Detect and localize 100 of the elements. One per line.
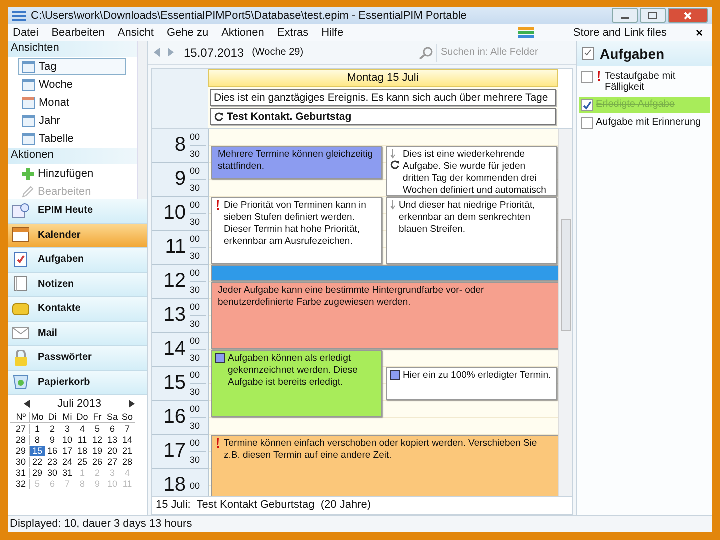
view-item[interactable]: Woche [18,76,126,93]
hour-label: 15 [164,372,186,395]
week-number: 32 [10,479,30,489]
view-item[interactable]: Jahr [18,112,126,129]
calendar-event[interactable]: Und dieser hat niedrige Priorität, erkennbar an dem senkrechten blauen Streifen. [386,197,557,264]
day-cell[interactable]: 28 [120,457,135,467]
day-cell[interactable]: 2 [45,424,60,434]
minimize-button[interactable] [612,8,638,23]
event-text: Die Priorität von Terminen kann in sieben Stufen definiert werden. Dieser Termin hat hohe Priorität, erkennbar am Ausrufezeichen. [224,200,368,249]
hour-label: 11 [165,236,186,259]
checkbox[interactable] [581,71,593,83]
search-field[interactable]: Suchen in: Alle Felder [436,44,569,62]
event-text: Aufgaben können als erledigt gekennzeichnet werden. Diese Aufgabe ist bereits erledigt. [228,353,359,390]
module-button[interactable]: Aufgaben [8,248,147,272]
calendar-event[interactable]: Termine können einfach verschoben oder kopiert werden. Verschieben Sie z.B. diesen Termin auf eine andere Zeit. [211,435,559,496]
day-cell[interactable]: 11 [75,435,90,445]
checkbox[interactable] [581,99,593,111]
day-cell[interactable]: 7 [120,424,135,434]
day-cell[interactable]: 24 [60,457,75,467]
minute-label: 00 [190,131,202,144]
window-title: C:\Users\work\Downloads\EssentialPIMPort5\Database\test.epim - EssentialPIM Portable [31,10,468,22]
module-button[interactable]: Mail [8,322,147,346]
day-cell[interactable]: 1 [30,424,45,434]
day-cell[interactable]: 12 [90,435,105,445]
weekday-label: So [120,412,135,423]
week-number: 27 [10,424,30,434]
menu-item[interactable]: Extras [277,26,309,38]
day-cell[interactable]: 9 [45,435,60,445]
previous-day-button[interactable] [152,48,162,57]
maximize-button[interactable] [640,8,666,23]
module-button[interactable]: Kalender [8,224,147,248]
module-button[interactable]: EPIM Heute [8,199,147,224]
left-triangle-icon [24,400,30,408]
menu-lines-icon [12,10,26,20]
day-cell[interactable]: 13 [105,435,120,445]
menu-item[interactable]: Gehe zu [166,26,209,38]
day-cell[interactable]: 27 [105,457,120,467]
calendar-event[interactable]: Aufgaben können als erledigt gekennzeichnet werden. Diese Aufgabe ist bereits erledigt. [211,350,382,417]
calendar-event[interactable]: Dies ist eine wiederkehrende Aufgabe. Sie wurde für jeden dritten Tag der kommenden drei Wochen definiert und automatisch [386,146,557,196]
previous-month-button[interactable] [22,400,32,408]
calendar-event[interactable]: Die Priorität von Terminen kann in sieben Stufen definiert werden. Dieser Termin hat hohe Priorität, erkennbar am Ausrufezeichen. [211,197,382,264]
month-label: Juli 2013 [57,398,102,410]
checkbox[interactable] [581,117,593,129]
day-cell[interactable]: 17 [60,446,75,456]
day-cell[interactable]: 20 [105,446,120,456]
day-cell[interactable]: 4 [75,424,90,434]
view-item[interactable]: Tag [18,58,126,75]
module-button[interactable]: Papierkorb [8,370,147,395]
module-button[interactable]: Notizen [8,272,147,297]
day-cell[interactable]: 30 [45,468,60,478]
close-panel-button[interactable]: × [692,26,707,40]
day-cell[interactable]: 18 [75,446,90,456]
day-cell[interactable]: 14 [120,435,135,445]
day-cell[interactable]: 25 [75,457,90,467]
hour-label: 17 [164,440,186,463]
day-cell[interactable]: 22 [30,457,45,467]
module-button[interactable]: Kontakte [8,297,147,322]
day-cell[interactable]: 31 [60,468,75,478]
all-day-event[interactable]: Test Kontakt. Geburtstag [210,108,556,125]
calendar-clock-icon [12,202,30,219]
day-cell[interactable]: 15 [30,446,45,456]
menu-item[interactable]: Datei [13,26,39,38]
day-cell[interactable]: 3 [60,424,75,434]
close-button[interactable] [668,8,708,23]
task-item[interactable]: Testaufgabe mit Fälligkeit [579,69,710,95]
day-cell[interactable]: 26 [90,457,105,467]
calendar-event[interactable]: Jeder Aufgabe kann eine bestimmte Hintergrundfarbe vor- oder benutzerdefinierte Farbe zugewiesen werden. [211,282,559,349]
day-header: Montag 15 Juli [208,69,558,87]
right-triangle-icon [168,48,174,57]
day-cell[interactable]: 8 [30,435,45,445]
day-cell[interactable]: 6 [105,424,120,434]
day-cell[interactable]: 16 [45,446,60,456]
task-item[interactable]: Aufgabe mit Erinnerung [579,115,710,131]
right-triangle-icon [128,400,135,408]
scrollbar[interactable] [137,41,147,199]
day-cell[interactable]: 19 [90,446,105,456]
menu-item[interactable]: Aktionen [222,26,264,38]
day-cell[interactable]: 10 [60,435,75,445]
menu-item[interactable]: Ansicht [118,26,154,38]
module-button[interactable]: Passwörter [8,346,147,370]
view-item[interactable]: Tabelle [18,130,126,147]
action-item[interactable]: Hinzufügen [18,165,126,182]
day-cell[interactable]: 21 [120,446,135,456]
day-cell[interactable]: 5 [90,424,105,434]
plus-icon [22,168,34,180]
menu-item[interactable]: Hilfe [322,26,344,38]
view-item[interactable]: Monat [18,94,126,111]
day-cell[interactable]: 29 [30,468,45,478]
weekday-label: Mo [30,412,45,423]
all-day-event[interactable]: Dies ist ein ganztägiges Ereignis. Es kann sich auch über mehrere Tage [210,89,556,106]
section-header: Aktionen [8,148,137,164]
weekday-label: Fr [90,412,105,423]
calendar-event[interactable]: Mehrere Termine können gleichzeitig stattfinden. [211,146,382,179]
next-month-button[interactable] [126,400,137,408]
scrollbar[interactable] [558,129,572,496]
menu-item[interactable]: Bearbeiten [52,26,105,38]
next-day-button[interactable] [166,48,176,57]
day-cell[interactable]: 23 [45,457,60,467]
minute-label: 30 [190,213,206,230]
calendar-event[interactable]: Hier ein zu 100% erledigter Termin. [386,367,557,400]
